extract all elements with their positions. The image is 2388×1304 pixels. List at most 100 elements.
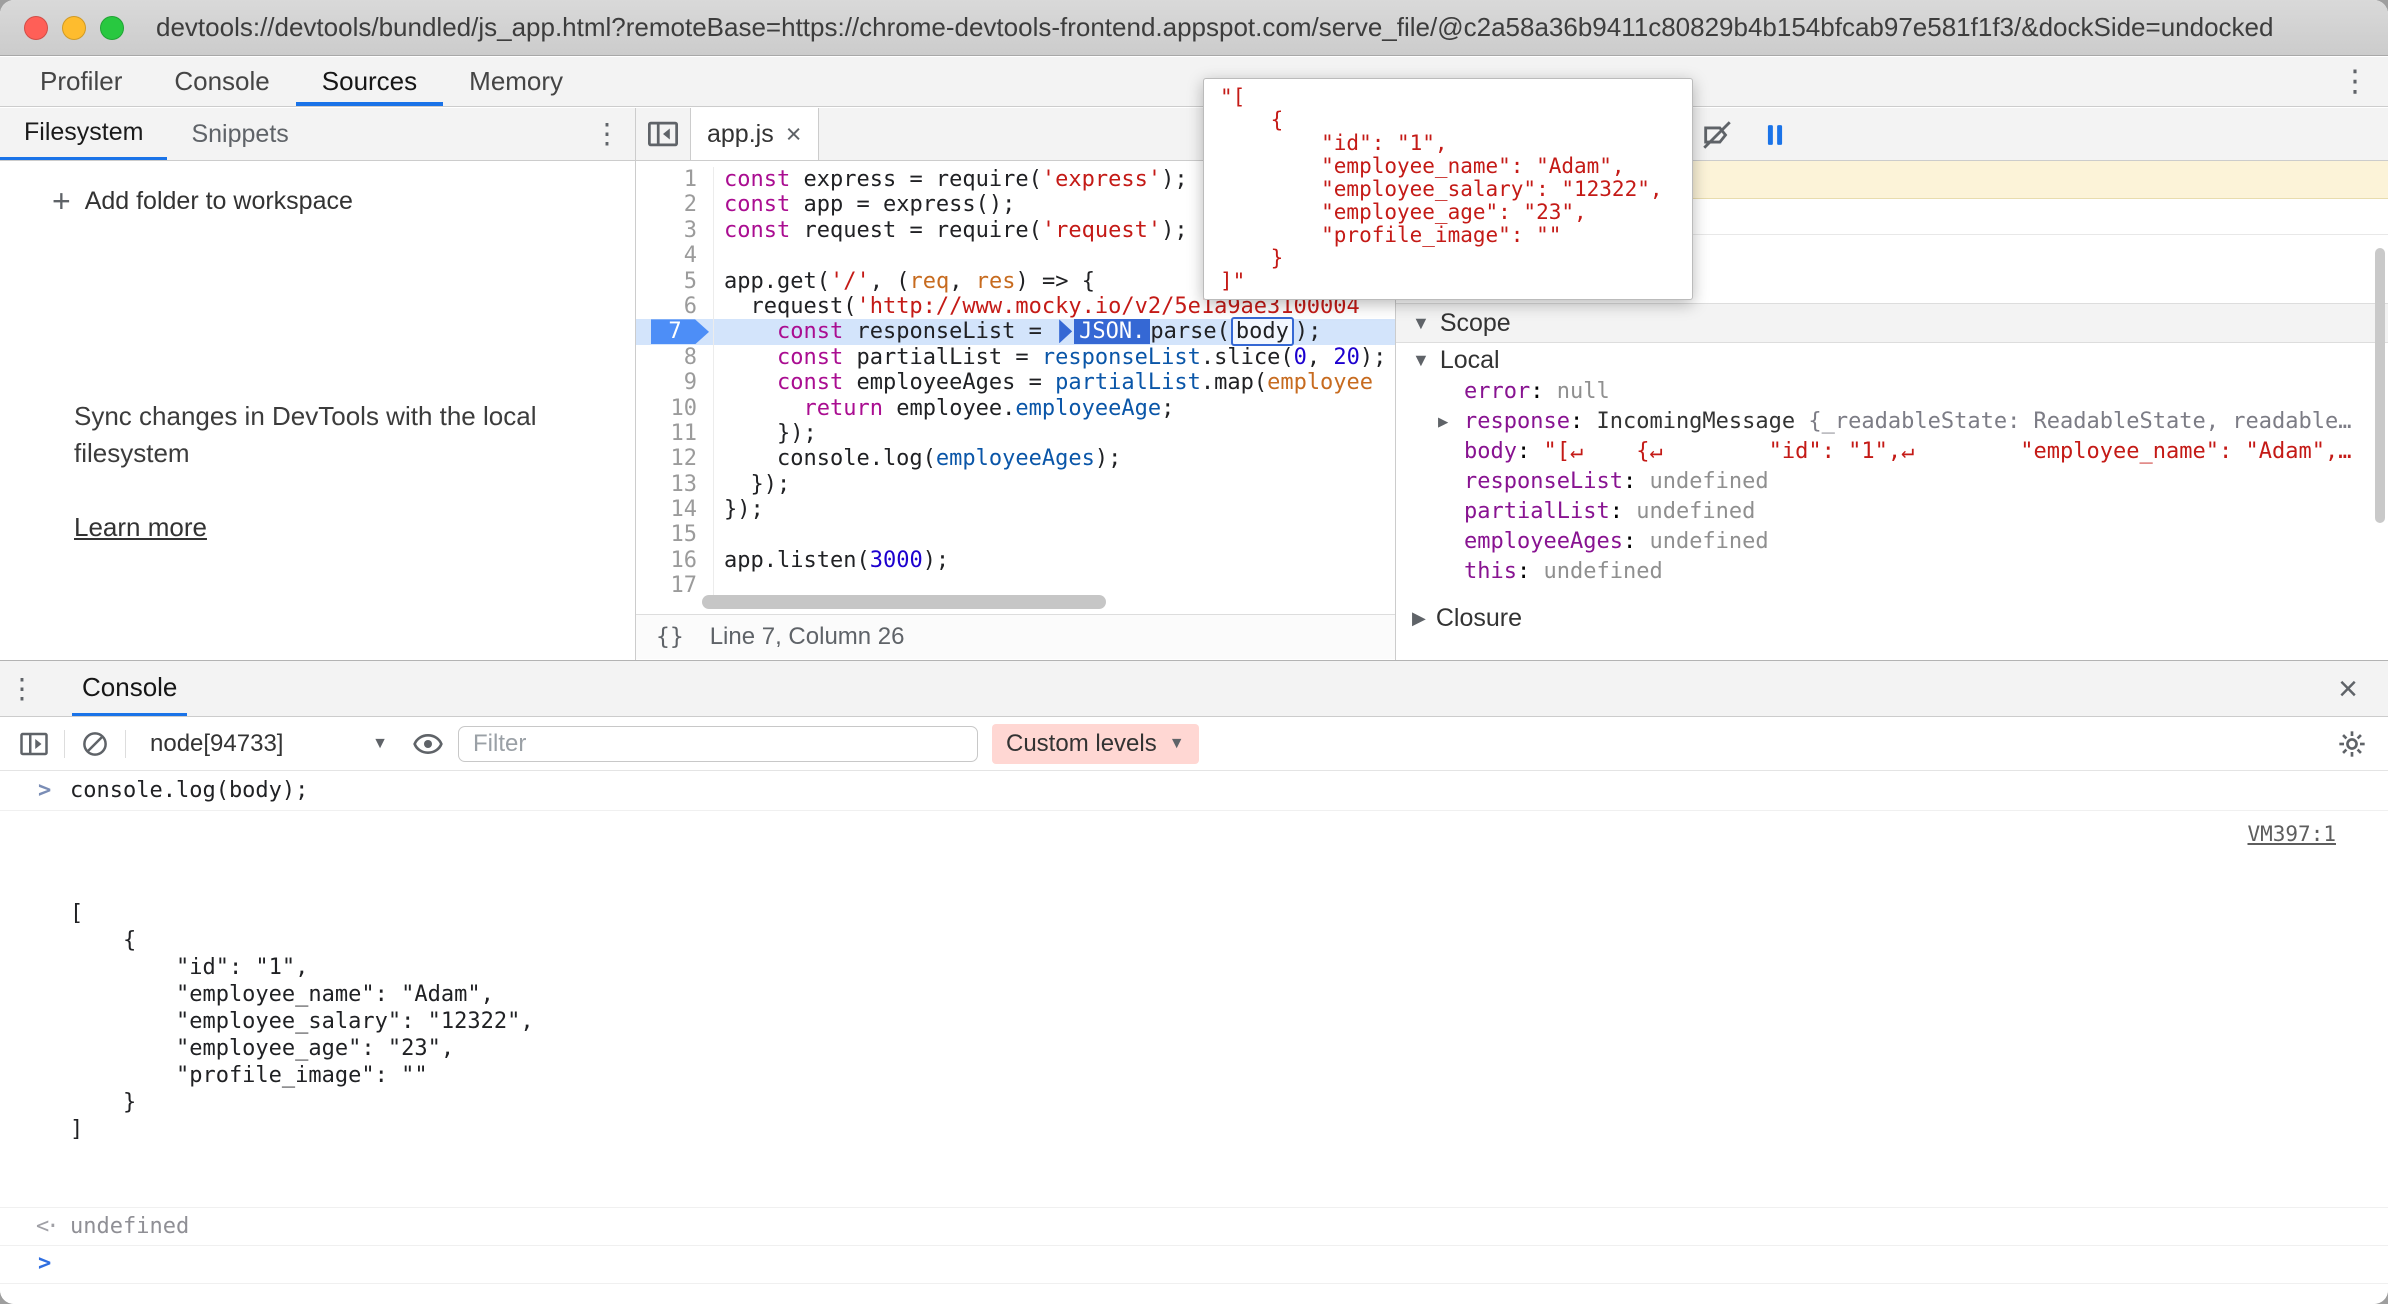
code-line[interactable]: 14}); [636,497,1395,522]
tree-spacer [1438,437,1464,467]
popover-line: "id": "1", [1220,132,1676,155]
chevron-down-icon: ▼ [372,735,388,753]
console-prompt-row[interactable]: > [0,1246,2388,1284]
navigator-toggle-button[interactable] [636,108,690,160]
close-window-button[interactable] [24,16,48,40]
tab-close-icon[interactable]: × [786,119,802,150]
line-number-gutter[interactable]: 9 [636,370,714,395]
return-value-arrow-icon: <· [36,1214,57,1239]
scope-closure-section[interactable]: ▶ Closure [1396,601,2388,635]
learn-more-link[interactable]: Learn more [74,512,207,543]
line-number-gutter[interactable]: 17 [636,573,714,598]
line-number-gutter[interactable]: 6 [636,294,714,319]
window-title-url: devtools://devtools/bundled/js_app.html?… [156,12,2364,43]
log-levels-selector[interactable]: Custom levels ▼ [992,724,1199,764]
tab-console[interactable]: Console [148,57,295,106]
scope-body: ▼ Local error: null▶response: IncomingMe… [1396,343,2388,660]
scope-variable[interactable]: employeeAges: undefined [1396,527,2388,557]
variable-value: null [1557,377,1610,407]
tab-sources[interactable]: Sources [296,57,443,106]
drawer-tab-console[interactable]: Console [72,661,187,716]
variable-name: responseList [1464,467,1623,497]
tree-spacer [1438,377,1464,407]
code-line[interactable]: 16app.listen(3000); [636,548,1395,573]
code-line[interactable]: 13 }); [636,472,1395,497]
clear-console-icon [80,729,110,759]
vertical-scrollbar[interactable] [2375,248,2385,523]
zoom-window-button[interactable] [100,16,124,40]
line-number-gutter[interactable]: 4 [636,243,714,268]
code-line[interactable]: 11 }); [636,421,1395,446]
add-folder-button[interactable]: + Add folder to workspace [52,187,635,216]
horizontal-scrollbar[interactable] [702,595,1106,609]
line-number-gutter[interactable]: 7 [636,319,714,344]
breakpoint-badge[interactable]: 7 [651,319,709,344]
devtools-window: devtools://devtools/bundled/js_app.html?… [0,0,2388,1304]
tree-spacer [1438,527,1464,557]
variable-name: response [1464,407,1570,437]
pretty-print-button[interactable]: {} [656,624,684,650]
scope-section-header[interactable]: ▼ Scope [1396,303,2388,343]
drawer-close-icon[interactable]: × [2328,669,2368,709]
line-number-gutter[interactable]: 3 [636,218,714,243]
line-number-gutter[interactable]: 15 [636,522,714,547]
line-number-gutter[interactable]: 11 [636,421,714,446]
code-line[interactable]: 7 const responseList = JSON.parse(body); [636,319,1395,344]
tab-snippets[interactable]: Snippets [167,108,312,160]
line-number-gutter[interactable]: 2 [636,192,714,217]
titlebar[interactable]: devtools://devtools/bundled/js_app.html?… [0,0,2388,56]
variable-value: "[↵ {↵ "id": "1",↵ "employee_name": "Ada… [1543,437,2351,467]
object-class: IncomingMessage [1596,407,1808,437]
tab-filesystem[interactable]: Filesystem [0,108,167,160]
popover-line: "profile_image": "" [1220,224,1676,247]
line-number-gutter[interactable]: 8 [636,345,714,370]
scope-variables: error: null▶response: IncomingMessage {_… [1396,377,2388,587]
deactivate-breakpoints-button[interactable] [1700,118,1734,152]
line-number-gutter[interactable]: 10 [636,396,714,421]
scope-local-section[interactable]: ▼ Local [1396,343,2388,377]
line-number-gutter[interactable]: 14 [636,497,714,522]
navigator-toggle-icon [646,119,680,149]
drawer-header: ⋮ Console × [0,661,2388,717]
line-number-gutter[interactable]: 12 [636,446,714,471]
line-number-gutter[interactable]: 5 [636,269,714,294]
execution-context-label: node[94733] [150,730,283,758]
tab-memory[interactable]: Memory [443,57,589,106]
console-output-line: } [70,1089,2388,1116]
main-menu-kebab-icon[interactable]: ⋮ [2336,63,2374,101]
scope-variable[interactable]: this: undefined [1396,557,2388,587]
scope-variable[interactable]: responseList: undefined [1396,467,2388,497]
drawer-menu-kebab-icon[interactable]: ⋮ [0,661,44,716]
code-line[interactable]: 15 [636,522,1395,547]
source-location-link[interactable]: VM397:1 [2247,821,2336,848]
scope-variable[interactable]: partialList: undefined [1396,497,2388,527]
tab-profiler[interactable]: Profiler [14,57,148,106]
scope-variable[interactable]: ▶response: IncomingMessage {_readableSta… [1396,407,2388,437]
value-popover: "[ { "id": "1", "employee_name": "Adam",… [1203,78,1693,300]
execution-context-selector[interactable]: node[94733] ▼ [140,730,398,758]
code-line[interactable]: 12 console.log(employeeAges); [636,446,1395,471]
popover-line: ]" [1220,270,1676,293]
pause-on-exceptions-button[interactable] [1758,118,1792,152]
line-number-gutter[interactable]: 16 [636,548,714,573]
cursor-position: Line 7, Column 26 [710,623,905,651]
console-sidebar-toggle-button[interactable] [18,728,50,760]
code-line[interactable]: 10 return employee.employeeAge; [636,396,1395,421]
editor-tab-appjs[interactable]: app.js × [690,108,819,160]
scope-variable[interactable]: error: null [1396,377,2388,407]
code-line[interactable]: 8 const partialList = responseList.slice… [636,345,1395,370]
console-settings-button[interactable] [2336,728,2368,760]
clear-console-button[interactable] [79,728,111,760]
code-line[interactable]: 9 const employeeAges = partialList.map(e… [636,370,1395,395]
line-number-gutter[interactable]: 13 [636,472,714,497]
line-number-gutter[interactable]: 1 [636,167,714,192]
scope-variable[interactable]: body: "[↵ {↵ "id": "1",↵ "employee_name"… [1396,437,2388,467]
variable-name: error [1464,377,1530,407]
popover-line: "employee_name": "Adam", [1220,155,1676,178]
live-expression-button[interactable] [412,728,444,760]
minimize-window-button[interactable] [62,16,86,40]
console-filter-input[interactable] [458,726,978,762]
navigator-menu-kebab-icon[interactable]: ⋮ [589,116,625,152]
chevron-right-icon[interactable]: ▶ [1438,407,1464,437]
variable-name: partialList [1464,497,1610,527]
